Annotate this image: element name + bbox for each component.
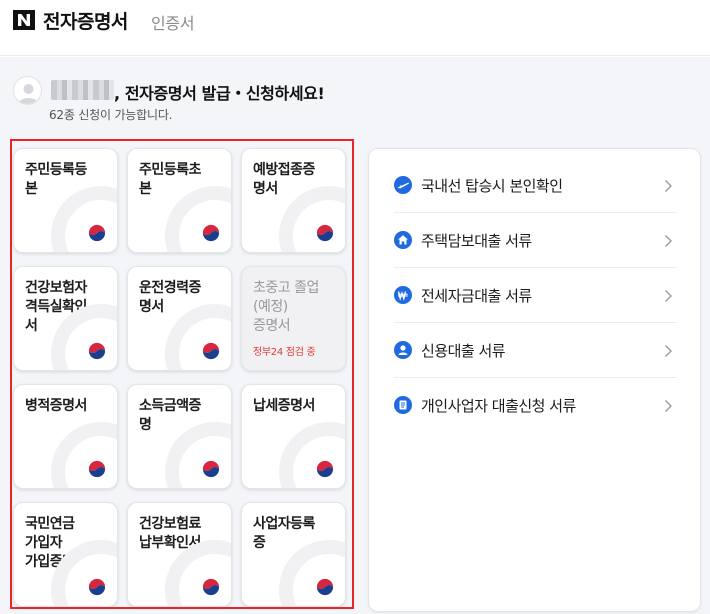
highlight-box [10, 139, 354, 609]
naver-logo-icon[interactable] [13, 10, 35, 30]
chevron-right-icon [664, 343, 673, 357]
menu-item-label: 개인사업자 대출신청 서류 [421, 397, 576, 415]
document-icon [394, 396, 412, 414]
house-icon [394, 231, 412, 249]
available-count-text: 62종 신청이 가능합니다. [49, 108, 173, 122]
app-title[interactable]: 전자증명서 [43, 7, 128, 34]
menu-item[interactable]: 신용대출 서류 [394, 323, 677, 378]
airplane-icon [394, 176, 412, 194]
certificate-link[interactable]: 인증서 [151, 10, 195, 34]
menu-item[interactable]: 개인사업자 대출신청 서류 [394, 378, 677, 433]
menu-item-label: 국내선 탑승시 본인확인 [421, 177, 563, 195]
greeting-text: , 전자증명서 발급・신청하세요! [114, 84, 325, 103]
won-icon [394, 286, 412, 304]
chevron-right-icon [664, 178, 673, 192]
chevron-right-icon [664, 288, 673, 302]
chevron-right-icon [664, 398, 673, 412]
menu-item-label: 주택담보대출 서류 [421, 232, 532, 250]
menu-item[interactable]: 주택담보대출 서류 [394, 213, 677, 268]
chevron-right-icon [664, 233, 673, 247]
avatar [13, 76, 42, 105]
menu-item[interactable]: 국내선 탑승시 본인확인 [394, 158, 677, 213]
top-bar: 전자증명서 인증서 [0, 0, 710, 56]
loan-documents-panel: 국내선 탑승시 본인확인주택담보대출 서류전세자금대출 서류신용대출 서류개인사… [368, 148, 701, 612]
blurred-user-name [51, 80, 114, 100]
menu-item-label: 신용대출 서류 [421, 342, 506, 360]
person-icon [394, 341, 412, 359]
menu-item-label: 전세자금대출 서류 [421, 287, 532, 305]
menu-item[interactable]: 전세자금대출 서류 [394, 268, 677, 323]
